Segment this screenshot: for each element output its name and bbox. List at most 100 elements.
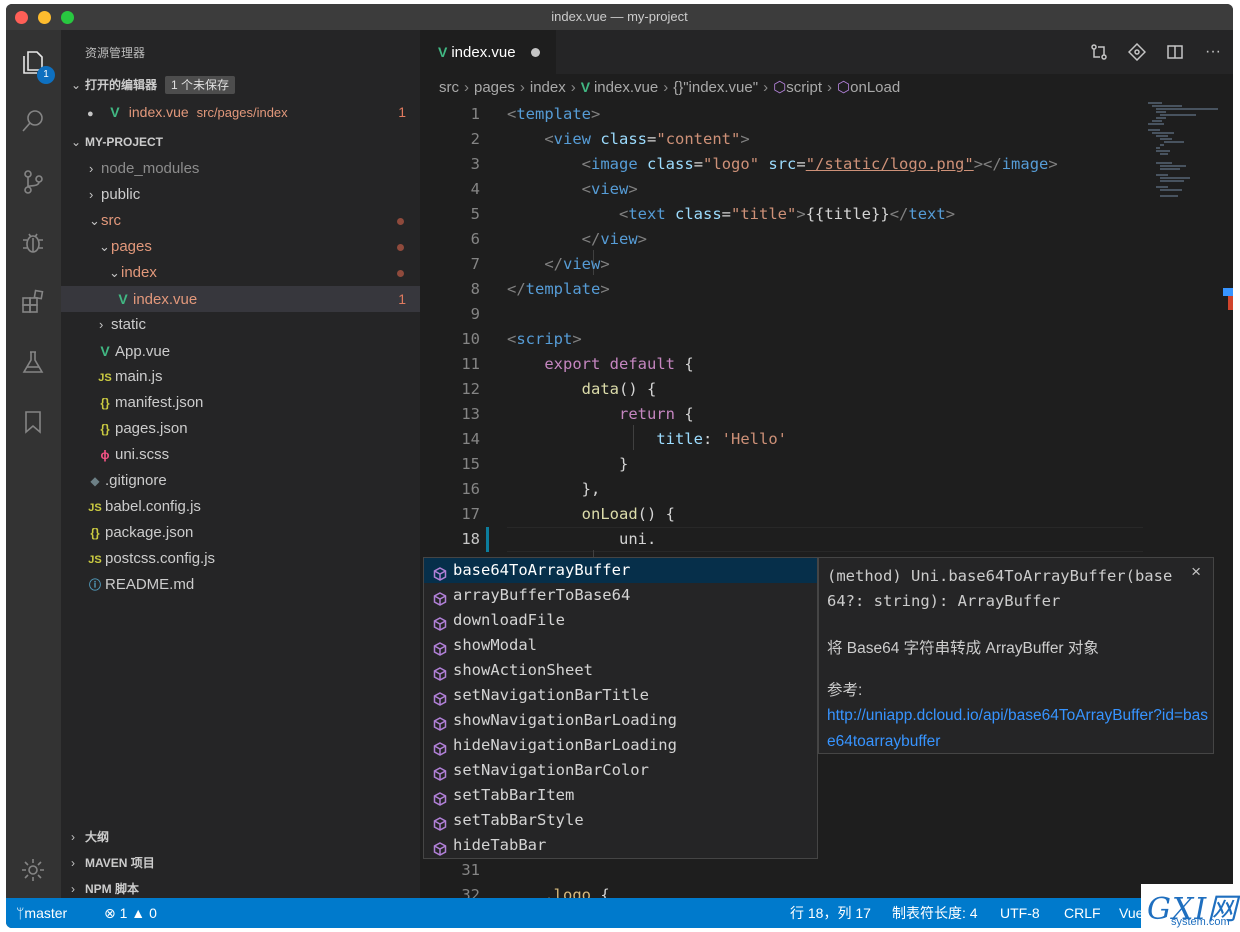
settings-gear-icon[interactable] bbox=[15, 852, 51, 888]
open-editor-item[interactable]: ● V index.vue src/pages/index 1 bbox=[61, 99, 420, 125]
test-flask-icon[interactable] bbox=[15, 344, 51, 380]
tree-item-static[interactable]: › static bbox=[61, 312, 420, 338]
tab-size[interactable]: 制表符长度: 4 bbox=[892, 898, 978, 928]
tree-item-main-js[interactable]: JS main.js bbox=[61, 364, 420, 390]
suggestion-item[interactable]: hideNavigationBarLoading bbox=[424, 733, 817, 758]
tree-item-label: pages.json bbox=[115, 420, 188, 437]
chevron-down-icon: ⌄ bbox=[71, 78, 82, 92]
tree-item-index-vue[interactable]: Vindex.vue 1 bbox=[61, 286, 420, 312]
line-ending[interactable]: CRLF bbox=[1064, 898, 1101, 928]
breadcrumb-item[interactable]: pages bbox=[474, 79, 515, 96]
tab-label: index.vue bbox=[451, 44, 516, 61]
suggestion-item[interactable]: showModal bbox=[424, 633, 817, 658]
breadcrumb-item[interactable]: onLoad bbox=[850, 79, 900, 96]
breadcrumb-item[interactable]: script bbox=[786, 79, 822, 96]
code-line: 16 }, bbox=[461, 480, 601, 498]
compare-changes-icon[interactable] bbox=[1087, 40, 1111, 64]
suggestion-item[interactable]: base64ToArrayBuffer bbox=[424, 558, 817, 583]
close-window-button[interactable] bbox=[15, 11, 28, 24]
tree-item-manifest-json[interactable]: {} manifest.json bbox=[61, 390, 420, 416]
zoom-window-button[interactable] bbox=[61, 11, 74, 24]
unsaved-dot-icon[interactable]: ● bbox=[87, 101, 101, 127]
suggestion-item[interactable]: downloadFile bbox=[424, 608, 817, 633]
tree-item-label: public bbox=[101, 186, 141, 203]
method-icon bbox=[433, 764, 447, 781]
chevron-down-icon: ⌄ bbox=[89, 213, 100, 228]
tree-item-gitignore[interactable]: ◆ .gitignore bbox=[61, 468, 420, 494]
search-icon[interactable] bbox=[15, 103, 51, 139]
method-icon bbox=[433, 839, 447, 856]
git-lens-icon[interactable] bbox=[1125, 40, 1149, 64]
js-file-icon: JS bbox=[98, 372, 112, 384]
error-icon: ⊗ bbox=[104, 905, 120, 921]
tree-item-app-vue[interactable]: V App.vue bbox=[61, 338, 420, 364]
tree-item-index-folder[interactable]: ⌄index bbox=[61, 260, 420, 286]
explorer-icon[interactable]: 1 bbox=[15, 44, 55, 84]
maven-section[interactable]: › MAVEN 项目 bbox=[61, 852, 420, 874]
editor-tab-bar: Vindex.vue ··· bbox=[420, 30, 1233, 74]
suggestion-item[interactable]: setNavigationBarTitle bbox=[424, 683, 817, 708]
minimize-window-button[interactable] bbox=[38, 11, 51, 24]
source-control-icon[interactable] bbox=[15, 164, 51, 200]
breadcrumb-item[interactable]: {}"index.vue" bbox=[673, 79, 758, 96]
activity-bar: 1 bbox=[6, 30, 61, 898]
breadcrumb-separator-icon: › bbox=[519, 79, 525, 96]
project-header[interactable]: ⌄ MY-PROJECT bbox=[61, 131, 420, 153]
code-line: 2 <view class="content"> bbox=[470, 130, 750, 148]
suggestion-item[interactable]: setTabBarItem bbox=[424, 783, 817, 808]
bookmark-icon[interactable] bbox=[15, 404, 51, 440]
unsaved-dot-icon[interactable] bbox=[531, 48, 540, 57]
modified-dot-icon bbox=[397, 244, 404, 251]
code-line: 8 </template> bbox=[470, 280, 610, 298]
open-editors-header[interactable]: ⌄ 打开的编辑器 1 个未保存 bbox=[61, 74, 420, 96]
reference-link[interactable]: http://uniapp.dcloud.io/api/base64ToArra… bbox=[827, 703, 1212, 755]
tree-item-pages-json[interactable]: {} pages.json bbox=[61, 416, 420, 442]
branch-name: master bbox=[24, 905, 68, 921]
tree-item-src[interactable]: ⌄src bbox=[61, 208, 420, 234]
suggestion-item[interactable]: arrayBufferToBase64 bbox=[424, 583, 817, 608]
tree-item-public[interactable]: › public bbox=[61, 182, 420, 208]
method-icon bbox=[433, 589, 447, 606]
breadcrumb-item[interactable]: src bbox=[439, 79, 459, 96]
encoding[interactable]: UTF-8 bbox=[1000, 898, 1040, 928]
breadcrumb-item[interactable]: index bbox=[530, 79, 566, 96]
code-line: 32 .logo { bbox=[461, 886, 610, 898]
split-editor-icon[interactable] bbox=[1163, 40, 1187, 64]
tree-item-pages[interactable]: ⌄pages bbox=[61, 234, 420, 260]
language-mode[interactable]: Vue bbox=[1119, 898, 1143, 928]
tree-item-uni-scss[interactable]: ϕ uni.scss bbox=[61, 442, 420, 468]
tree-item-postcss-config[interactable]: JS postcss.config.js bbox=[61, 546, 420, 572]
suggestion-item[interactable]: setNavigationBarColor bbox=[424, 758, 817, 783]
suggestion-item[interactable]: setTabBarStyle bbox=[424, 808, 817, 833]
outline-section[interactable]: › 大纲 bbox=[61, 826, 420, 848]
method-icon bbox=[433, 714, 447, 731]
open-editor-problems: 1 bbox=[398, 104, 406, 120]
suggestion-item[interactable]: hideTabBar bbox=[424, 833, 817, 858]
debug-icon[interactable] bbox=[15, 224, 51, 260]
chevron-right-icon: › bbox=[99, 317, 104, 332]
code-line: 1 <template> bbox=[470, 105, 601, 123]
close-icon[interactable]: × bbox=[1191, 562, 1201, 582]
code-line: 6 </view> bbox=[470, 230, 647, 248]
suggestion-item[interactable]: showActionSheet bbox=[424, 658, 817, 683]
method-icon bbox=[433, 739, 447, 756]
cursor-position[interactable]: 行 18，列 17 bbox=[790, 898, 871, 928]
tree-item-readme[interactable]: ⓘ README.md bbox=[61, 572, 420, 598]
code-line: 13 return { bbox=[461, 405, 694, 423]
suggestion-item[interactable]: showNavigationBarLoading bbox=[424, 708, 817, 733]
tree-item-problems: 1 bbox=[398, 291, 406, 307]
tree-item-node-modules[interactable]: › node_modules bbox=[61, 156, 420, 182]
more-actions-icon[interactable]: ··· bbox=[1201, 40, 1225, 64]
warning-icon: ▲ bbox=[127, 905, 150, 921]
extensions-icon[interactable] bbox=[15, 284, 51, 320]
branch-indicator[interactable]: ᛘmaster bbox=[16, 898, 67, 928]
npm-scripts-section[interactable]: › NPM 脚本 bbox=[61, 878, 420, 900]
maven-label: MAVEN 项目 bbox=[85, 856, 155, 870]
tree-item-babel-config[interactable]: JS babel.config.js bbox=[61, 494, 420, 520]
tree-item-package-json[interactable]: {} package.json bbox=[61, 520, 420, 546]
status-bar: ᛘmaster ⊗ 1 ▲ 0 行 18，列 17 制表符长度: 4 UTF-8… bbox=[6, 898, 1233, 928]
problems-indicator[interactable]: ⊗ 1 ▲ 0 bbox=[104, 898, 157, 928]
breadcrumb-item[interactable]: index.vue bbox=[594, 79, 658, 96]
minimap[interactable] bbox=[1144, 100, 1224, 220]
tab-index-vue[interactable]: Vindex.vue bbox=[420, 30, 556, 74]
